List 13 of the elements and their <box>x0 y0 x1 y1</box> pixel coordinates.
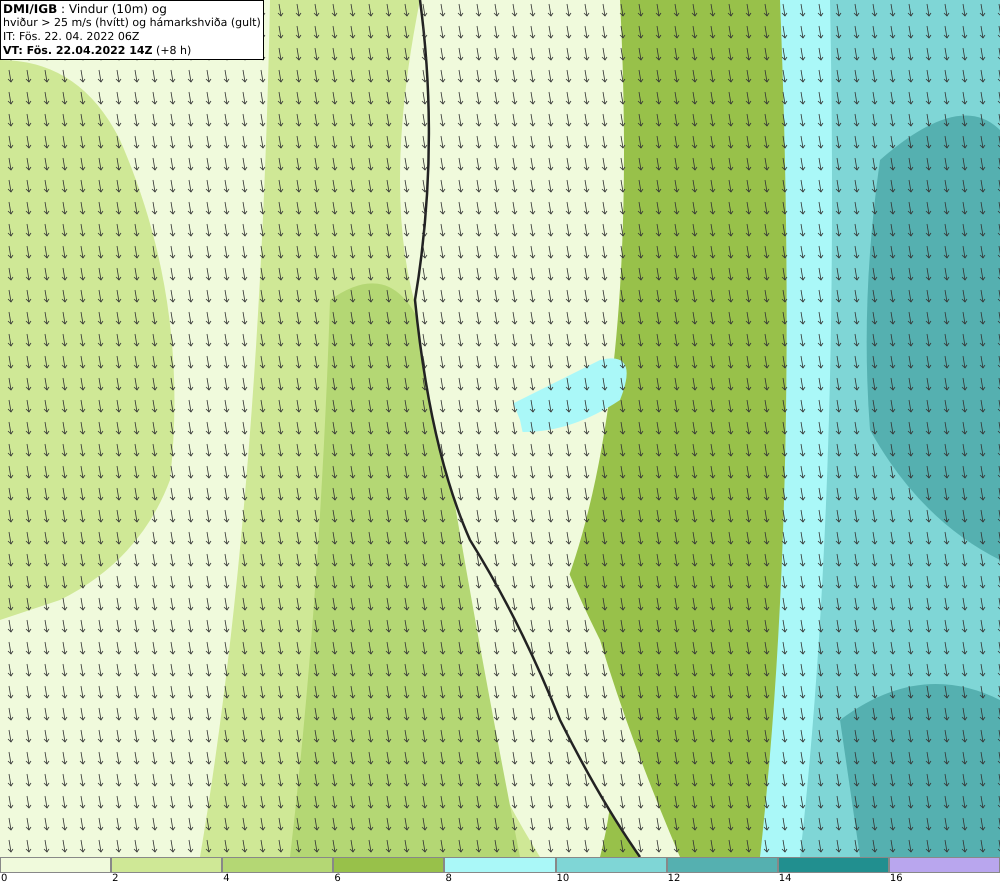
scale-label: 14 <box>778 873 792 885</box>
legend-text: hviður > 25 m/s (hvítt) og hámarkshviða (gult) <box>3 16 261 30</box>
scale-label: 8 <box>444 873 452 885</box>
legend-text: IT: Fös. 22. 04. 2022 06Z <box>3 30 140 44</box>
scale-label: 2 <box>111 873 118 885</box>
scale-label: 4 <box>222 873 230 885</box>
legend-text: VT: Fös. 22.04.2022 14Z (+8 h) <box>3 44 192 58</box>
scale-label: 16 <box>888 873 903 885</box>
scale-label: 10 <box>556 873 570 885</box>
legend-text: DMI/IGB : Vindur (10m) og <box>3 2 168 16</box>
scale-label: 6 <box>333 873 341 885</box>
scale-label: 12 <box>666 873 680 885</box>
scale-label: 0 <box>0 873 8 885</box>
